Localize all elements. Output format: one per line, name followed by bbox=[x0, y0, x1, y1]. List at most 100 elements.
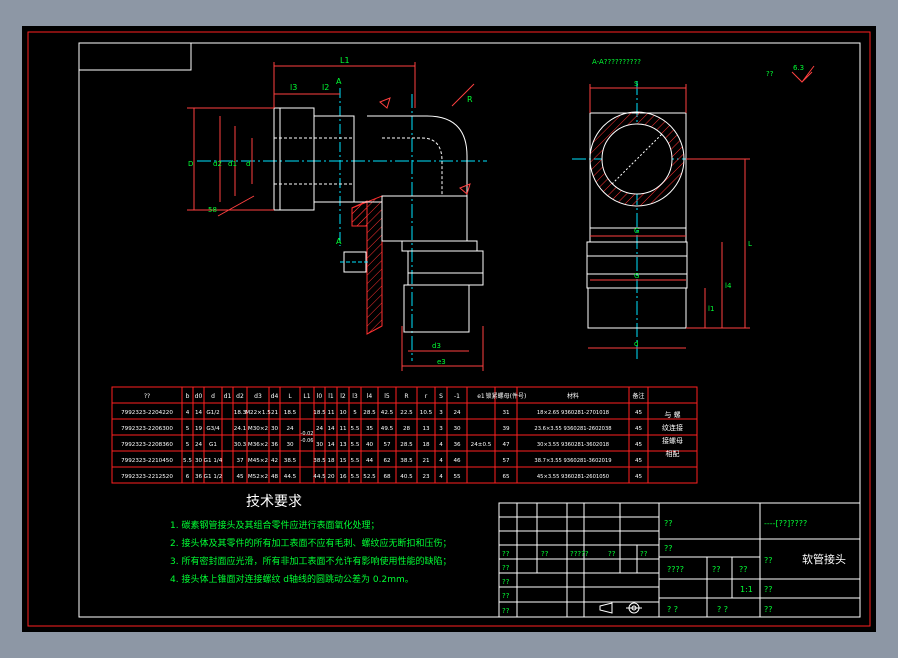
dim-label-d: d bbox=[246, 160, 250, 168]
tech-heading: 技术要求 bbox=[246, 494, 302, 510]
table-tolerance: -0.06 bbox=[301, 438, 314, 444]
table-cell: 45 bbox=[635, 410, 643, 416]
dim-label-d3: d3 bbox=[432, 342, 441, 350]
table-header-cell: l0 bbox=[317, 393, 323, 400]
table-cell: 30 bbox=[271, 426, 279, 432]
table-cell: M36×2 bbox=[248, 442, 268, 448]
table-header-cell: d2 bbox=[236, 393, 244, 400]
table-cell: 13 bbox=[422, 426, 430, 432]
elbow-section-view: L1 l3 l2 A A R D d2 d1 d d3 e3 58 bbox=[187, 56, 487, 371]
angle-leader bbox=[217, 195, 255, 217]
table-cell: 55 bbox=[453, 474, 461, 480]
dim-label-e3: e3 bbox=[437, 358, 446, 366]
projection-symbol-icon bbox=[599, 602, 642, 614]
table-cell: 5 bbox=[186, 426, 190, 432]
rough-mark-1 bbox=[459, 183, 471, 195]
table-cell: 18 bbox=[327, 458, 335, 464]
table-cell: M22×1.5 bbox=[245, 410, 271, 416]
table-header-cell: R bbox=[404, 393, 408, 400]
table-header-cell: l5 bbox=[384, 393, 390, 400]
table-cell: 45×3.55 9360281-2601050 bbox=[537, 474, 609, 480]
dim-label-S: S bbox=[634, 80, 639, 88]
table-cell: 57 bbox=[502, 458, 510, 464]
table-header-cell: d bbox=[211, 393, 215, 400]
tb-sign-2: ?? bbox=[541, 550, 549, 558]
table-header-cell: ?? bbox=[144, 393, 150, 400]
table-cell: 5.5 bbox=[351, 442, 360, 448]
dim-label-D: D bbox=[188, 160, 193, 168]
table-cell: 38.5 bbox=[313, 458, 326, 464]
table-cell: 15 bbox=[339, 458, 347, 464]
table-cell: 30.3 bbox=[234, 442, 247, 448]
roughness-note: ?? bbox=[766, 70, 774, 78]
tb-qq-small: ?? bbox=[764, 605, 773, 614]
table-cell: 37 bbox=[236, 458, 244, 464]
tb-sign-1: ?? bbox=[502, 550, 510, 558]
table-header-cell: l2 bbox=[340, 393, 346, 400]
tb-code: ----[??]???? bbox=[764, 519, 807, 528]
table-cell: 35 bbox=[366, 426, 374, 432]
table-header-cell: d0 bbox=[195, 393, 203, 400]
vert-thread bbox=[403, 284, 470, 333]
table-cell: 4 bbox=[439, 474, 443, 480]
drawing-canvas: L1 l3 l2 A A R D d2 d1 d d3 e3 58 A-A???… bbox=[22, 26, 876, 632]
dim-label-d-right: d bbox=[634, 340, 638, 348]
table-cell: 7992323-2204220 bbox=[121, 410, 173, 416]
tb-label-b: ?? bbox=[764, 556, 773, 565]
table-cell: 52.5 bbox=[363, 474, 376, 480]
table-cell: 30 bbox=[195, 458, 203, 464]
table-cell: 3 bbox=[439, 426, 443, 432]
table-cell: 5 bbox=[186, 442, 190, 448]
dim-label-d1: d1 bbox=[228, 160, 237, 168]
table-note: 接螺母 bbox=[662, 436, 683, 445]
table-tolerance: -0.02 bbox=[301, 431, 314, 437]
table-cell: 31 bbox=[502, 410, 510, 416]
hatched-corner bbox=[351, 200, 368, 227]
dim-label-L: L bbox=[748, 240, 752, 248]
table-cell: 6 bbox=[186, 474, 190, 480]
table-cell: 45 bbox=[635, 474, 643, 480]
table-cell: 42 bbox=[271, 458, 278, 464]
table-cell: 14 bbox=[195, 410, 203, 416]
table-header-cell: l3 bbox=[352, 393, 358, 400]
table-cell: 24.1 bbox=[234, 426, 247, 432]
table-cell: 14 bbox=[327, 426, 335, 432]
table-note: 相配 bbox=[666, 449, 680, 458]
table-header-cell: l1 bbox=[328, 393, 334, 400]
table-header-cell: d4 bbox=[271, 393, 279, 400]
table-cell: 16 bbox=[339, 474, 347, 480]
table-cell: 14 bbox=[327, 442, 335, 448]
table-header-cell: 备注 bbox=[632, 392, 644, 400]
table-header-cell: d1 bbox=[224, 393, 232, 400]
table-cell: 36 bbox=[195, 474, 203, 480]
roughness-value: 6.3 bbox=[793, 64, 804, 72]
table-cell: 20 bbox=[327, 474, 335, 480]
table-cell: 48 bbox=[271, 474, 279, 480]
table-cell: 30 bbox=[286, 442, 294, 448]
table-cell: 5.5 bbox=[351, 458, 360, 464]
tb-left-3: ?? bbox=[502, 592, 510, 600]
table-header-cell: -1 bbox=[454, 393, 460, 400]
table-header-cell: e1 bbox=[477, 393, 485, 400]
dim-label-R: R bbox=[467, 95, 473, 104]
table-cell: 24 bbox=[195, 442, 203, 448]
table-cell: 10.5 bbox=[420, 410, 433, 416]
table-cell: 30 bbox=[453, 426, 461, 432]
elbow-outer bbox=[367, 115, 468, 196]
table-cell: 7992323-2206300 bbox=[121, 426, 173, 432]
table-cell: 44 bbox=[366, 458, 374, 464]
dim-label-A-top: A bbox=[336, 77, 342, 86]
tb-label-d: ?? bbox=[712, 565, 721, 574]
table-cell: 21 bbox=[422, 458, 430, 464]
table-header-cell: 材料 bbox=[567, 392, 579, 400]
section-label: A-A?????????? bbox=[592, 58, 641, 66]
tb-sign-4: ?? bbox=[608, 550, 616, 558]
rough-mark-2 bbox=[379, 97, 391, 109]
tb-left-1: ?? bbox=[502, 564, 510, 572]
dim-label-G-a: G bbox=[634, 227, 639, 235]
tb-sign-5: ?? bbox=[640, 550, 648, 558]
table-cell: 68 bbox=[383, 474, 391, 480]
table-cell: 46 bbox=[453, 458, 461, 464]
table-cell: 57 bbox=[383, 442, 391, 448]
vert-body bbox=[381, 195, 468, 242]
